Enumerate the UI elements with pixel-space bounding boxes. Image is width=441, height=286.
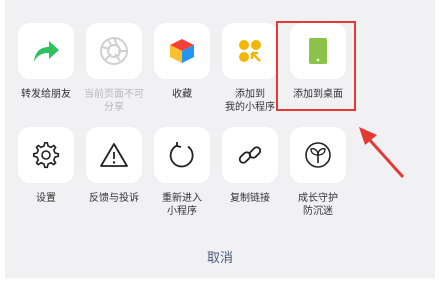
reenter-button[interactable] — [154, 127, 210, 183]
bottom-safe-area — [5, 278, 435, 286]
aperture-icon — [99, 36, 129, 66]
feedback-button[interactable] — [86, 127, 142, 183]
copy-link-item[interactable]: 复制链接 — [222, 127, 278, 205]
right-edge — [436, 0, 441, 286]
gear-icon — [32, 141, 60, 169]
link-icon — [236, 141, 264, 169]
share-page-button — [86, 23, 142, 79]
settings-item[interactable]: 设置 — [18, 127, 74, 205]
settings-label: 设置 — [36, 193, 56, 204]
forward-to-friend-item[interactable]: 转发给朋友 — [18, 23, 74, 101]
share-page-item: 当前页面不可 分享 — [84, 23, 144, 114]
reenter-label: 重新进入 小程序 — [162, 193, 202, 217]
warning-icon — [99, 141, 129, 169]
forward-to-friend-button[interactable] — [18, 23, 74, 79]
forward-arrow-icon — [31, 38, 61, 64]
annotation-highlight-box — [276, 21, 356, 111]
cancel-button[interactable]: 取消 — [5, 236, 435, 276]
add-to-my-mini-program-item[interactable]: 添加到 我的小程序 — [222, 23, 278, 114]
reenter-item[interactable]: 重新进入 小程序 — [154, 127, 210, 218]
mini-program-add-icon — [237, 38, 263, 64]
favorite-cube-icon — [168, 37, 196, 65]
settings-button[interactable] — [18, 127, 74, 183]
favorite-button[interactable] — [154, 23, 210, 79]
copy-link-button[interactable] — [222, 127, 278, 183]
anti-addiction-label: 成长守护 防沉迷 — [298, 193, 338, 217]
share-page-label: 当前页面不可 分享 — [84, 89, 144, 113]
anti-addiction-button[interactable] — [290, 127, 346, 183]
feedback-label: 反馈与投诉 — [89, 193, 139, 204]
add-to-my-mini-program-button[interactable] — [222, 23, 278, 79]
copy-link-label: 复制链接 — [230, 193, 270, 204]
favorite-label: 收藏 — [172, 89, 192, 100]
sprout-icon — [304, 141, 332, 169]
forward-to-friend-label: 转发给朋友 — [21, 89, 71, 100]
feedback-item[interactable]: 反馈与投诉 — [86, 127, 142, 205]
favorite-item[interactable]: 收藏 — [154, 23, 210, 101]
annotation-arrow-icon — [355, 125, 407, 181]
reload-icon — [168, 141, 196, 169]
anti-addiction-item[interactable]: 成长守护 防沉迷 — [290, 127, 346, 218]
add-to-my-mini-program-label: 添加到 我的小程序 — [225, 89, 275, 113]
